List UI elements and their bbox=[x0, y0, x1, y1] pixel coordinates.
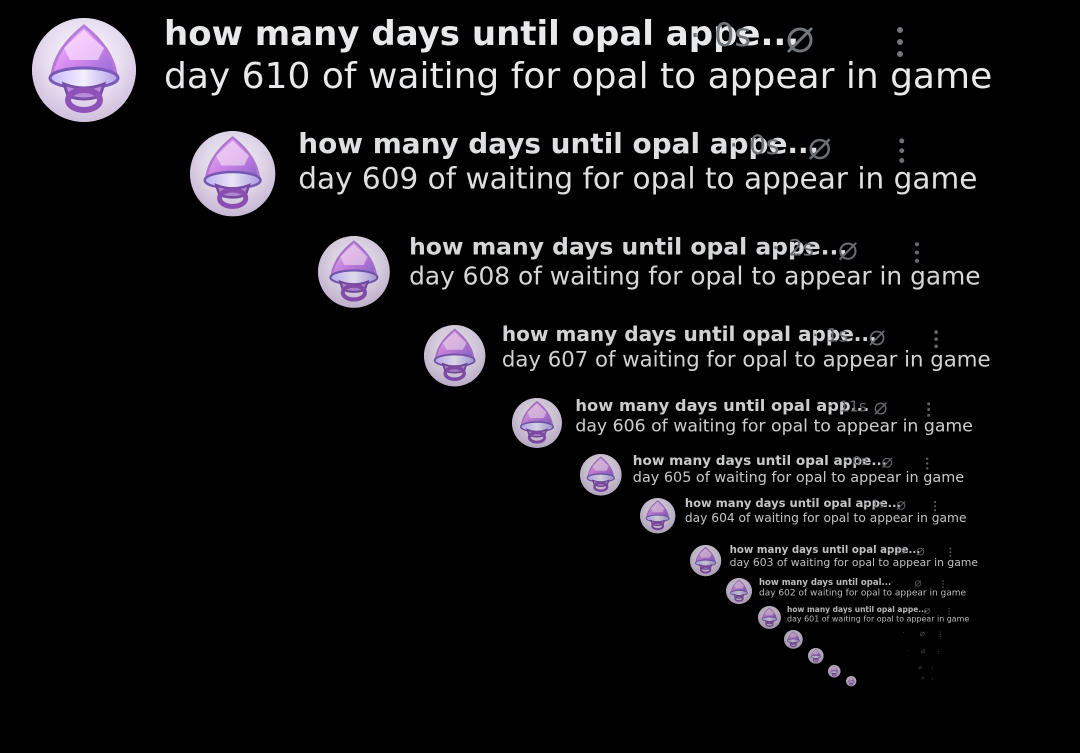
post-item[interactable]: how many days until opal appe... · 0s da… bbox=[580, 452, 980, 502]
post-item[interactable]: · bbox=[846, 676, 946, 688]
opal-pacifier-avatar[interactable] bbox=[828, 665, 841, 678]
post-text: day 603 of waiting for opal to appear in… bbox=[729, 556, 979, 569]
metadata-separator: · bbox=[843, 453, 848, 469]
post-time[interactable]: 2s bbox=[789, 235, 815, 261]
metadata-separator: · bbox=[906, 647, 909, 654]
post-time[interactable]: 1s bbox=[826, 324, 848, 346]
post-time[interactable]: 0s bbox=[714, 16, 751, 54]
grok-icon[interactable] bbox=[920, 648, 926, 654]
grok-icon[interactable] bbox=[865, 326, 889, 350]
post-author-name[interactable]: how many days until opal appe... bbox=[502, 323, 877, 347]
post-author-name[interactable]: how many days until opal appe... bbox=[633, 452, 887, 468]
post-author-name[interactable]: how many days until opal appe... bbox=[730, 544, 921, 556]
grok-icon[interactable] bbox=[919, 630, 926, 637]
post-author-name[interactable]: how many days until opal app... bbox=[575, 396, 869, 415]
metadata-separator: · bbox=[911, 675, 913, 680]
opal-pacifier-avatar[interactable] bbox=[808, 648, 824, 664]
grok-icon[interactable] bbox=[803, 133, 836, 166]
more-options-icon[interactable] bbox=[936, 649, 940, 655]
post-time[interactable]: 1s bbox=[872, 497, 885, 510]
metadata-separator: · bbox=[902, 629, 905, 637]
post-item[interactable]: how many days until opal appe... · 1s da… bbox=[640, 497, 980, 539]
post-text: day 607 of waiting for opal to appear in… bbox=[501, 347, 991, 372]
post-author-name[interactable]: how many days until opal appe... bbox=[164, 14, 799, 54]
post-item[interactable]: · bbox=[808, 648, 958, 666]
grok-icon[interactable] bbox=[834, 237, 862, 265]
opal-pacifier-avatar[interactable] bbox=[726, 578, 752, 604]
more-options-icon[interactable] bbox=[932, 676, 934, 680]
opal-pacifier-avatar[interactable] bbox=[32, 18, 136, 122]
opal-pacifier-avatar[interactable] bbox=[640, 498, 676, 534]
post-author-name[interactable]: how many days until opal appe... bbox=[298, 128, 819, 161]
post-item[interactable]: how many days until opal appe... · 0s da… bbox=[32, 14, 1032, 138]
metadata-separator: · bbox=[890, 577, 894, 588]
post-item[interactable]: how many days until opal appe... · day 6… bbox=[758, 605, 978, 632]
post-text: day 605 of waiting for opal to appear in… bbox=[632, 469, 965, 486]
post-text: day 610 of waiting for opal to appear in… bbox=[164, 56, 993, 97]
metadata-separator: · bbox=[887, 544, 891, 556]
post-text: day 604 of waiting for opal to appear in… bbox=[684, 510, 967, 525]
post-time[interactable]: 11s bbox=[839, 397, 867, 415]
post-time[interactable]: 1s bbox=[895, 544, 906, 555]
post-item[interactable]: how many days until opal app... · 11s da… bbox=[512, 396, 992, 456]
post-item[interactable]: how many days until opal appe... · 0s da… bbox=[190, 128, 1010, 229]
metadata-separator: · bbox=[902, 605, 905, 614]
metadata-separator: · bbox=[906, 664, 909, 670]
post-text: day 609 of waiting for opal to appear in… bbox=[298, 162, 978, 196]
post-item[interactable]: how many days until opal appe... · 1s da… bbox=[424, 323, 1014, 396]
metadata-separator: · bbox=[812, 323, 819, 347]
post-text: day 601 of waiting for opal to appear in… bbox=[787, 614, 970, 624]
grok-icon[interactable] bbox=[921, 676, 925, 680]
post-text: day 602 of waiting for opal to appear in… bbox=[759, 587, 967, 598]
metadata-separator: · bbox=[690, 16, 701, 54]
post-author-name[interactable]: how many days until opal appe... bbox=[787, 605, 927, 614]
post-time[interactable]: 0s bbox=[749, 129, 779, 160]
post-item[interactable]: how many days until opal appe... · 2s da… bbox=[318, 233, 1008, 319]
post-item[interactable]: how many days until opal appe... · 1s da… bbox=[690, 544, 990, 581]
grok-icon[interactable] bbox=[918, 665, 923, 670]
post-text: day 608 of waiting for opal to appear in… bbox=[409, 262, 981, 291]
metadata-separator: · bbox=[827, 397, 833, 416]
post-time[interactable]: 0s bbox=[853, 453, 868, 468]
more-options-icon[interactable] bbox=[938, 631, 942, 638]
opal-pacifier-avatar[interactable] bbox=[580, 454, 622, 496]
more-options-icon[interactable] bbox=[931, 665, 934, 670]
opal-pacifier-avatar[interactable] bbox=[318, 236, 390, 308]
opal-pacifier-avatar[interactable] bbox=[784, 630, 803, 649]
post-text: day 606 of waiting for opal to appear in… bbox=[575, 416, 973, 436]
metadata-separator: · bbox=[863, 497, 868, 511]
post-author-name[interactable]: how many days until opal appe... bbox=[409, 233, 847, 261]
post-author-name[interactable]: how many days until opal appe... bbox=[685, 497, 901, 511]
opal-pacifier-avatar[interactable] bbox=[424, 325, 486, 387]
opal-pacifier-avatar[interactable] bbox=[846, 676, 857, 687]
opal-pacifier-avatar[interactable] bbox=[190, 131, 276, 217]
opal-pacifier-avatar[interactable] bbox=[690, 545, 722, 577]
opal-pacifier-avatar[interactable] bbox=[512, 398, 562, 448]
opal-pacifier-avatar[interactable] bbox=[758, 606, 781, 629]
post-item[interactable]: how many days until opal... · day 602 of… bbox=[726, 577, 976, 608]
metadata-separator: · bbox=[772, 234, 780, 261]
post-author-name[interactable]: how many days until opal... bbox=[759, 577, 891, 587]
grok-icon[interactable] bbox=[780, 20, 820, 60]
metadata-separator: · bbox=[729, 129, 738, 161]
